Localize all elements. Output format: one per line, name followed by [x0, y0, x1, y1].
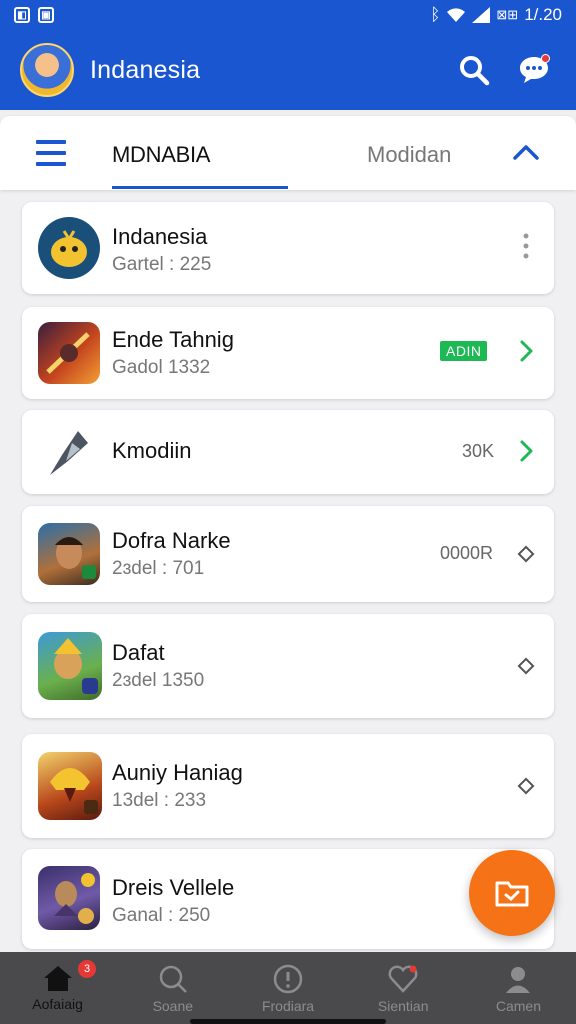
nav-label: Aofaiaig [32, 996, 83, 1012]
nav-badge: 3 [78, 960, 96, 978]
list-item[interactable]: Dofra Narke 2ɜdel : 701 0000R [22, 506, 554, 602]
status-bar: ◧ ▣ ᛒ ⊠⊞ 1/.20 [0, 0, 576, 30]
list-item-subtitle: Gadol 1332 [112, 357, 211, 378]
nav-label: Camen [495, 998, 541, 1014]
folder-fab-button[interactable] [469, 850, 555, 936]
diamond-icon[interactable] [514, 774, 538, 798]
profile-icon [506, 967, 531, 993]
status-time: 1/.20 [524, 5, 562, 24]
list-item-subtitle: 2ɜdel : 701 [112, 558, 205, 579]
list-item[interactable]: Kmodiin 30K [22, 410, 554, 494]
golden-helmet-icon [38, 752, 102, 820]
blob-character-icon [38, 217, 100, 279]
nav-item-search[interactable]: Soane [115, 952, 230, 1024]
list-item-title: Kmodiin [112, 438, 192, 463]
nav-label: Soane [152, 998, 194, 1014]
list-item-meta: 30K [462, 441, 495, 461]
notification-icon: ◧ [14, 7, 30, 23]
chevron-right-icon[interactable] [514, 439, 538, 463]
nav-label: Frodiara [261, 998, 315, 1014]
list-item-title: Dofra Narke [112, 528, 231, 553]
goblin-warrior-icon [38, 632, 102, 700]
nav-item-info[interactable]: Frodiara [230, 952, 345, 1024]
nav-item-profile[interactable]: Camen [461, 952, 576, 1024]
notification-badge [541, 54, 550, 63]
list-item-title: Ende Tahnig [112, 327, 234, 352]
blade-icon [38, 421, 100, 483]
list-item[interactable]: Auniy Haniag 13del : 233 [22, 734, 554, 838]
search-button[interactable] [452, 48, 496, 92]
tab-indicator [112, 186, 288, 189]
list-item[interactable]: Indanesia Gartel : 225 [22, 202, 554, 294]
list-item-subtitle: Ganal : 250 [112, 905, 211, 926]
warrior-battle-icon [38, 322, 100, 384]
more-vertical-icon[interactable] [514, 233, 538, 259]
bluetooth-icon: ᛒ [430, 5, 441, 24]
info-icon [273, 964, 303, 994]
nav-item-favorites[interactable]: Sientian [346, 952, 461, 1024]
wifi-icon [447, 8, 466, 22]
signal-icon [472, 7, 491, 23]
diamond-icon[interactable] [514, 654, 538, 678]
diamond-icon[interactable] [514, 542, 538, 566]
chat-button[interactable] [512, 48, 556, 92]
tab-mdnabia[interactable]: MDNABIA [112, 142, 210, 168]
list-item-title: Auniy Haniag [112, 760, 243, 785]
folder-icon [495, 881, 529, 907]
avatar[interactable] [20, 43, 74, 97]
search-icon [460, 56, 490, 86]
list-item-title: Dreis Vellele [112, 875, 235, 900]
list-item-subtitle: Gartel : 225 [112, 254, 212, 275]
list-item-title: Indanesia [112, 224, 208, 249]
list-item-subtitle: 13del : 233 [112, 790, 207, 811]
list-item-title: Dafat [112, 640, 165, 665]
search-icon [159, 965, 187, 993]
chevron-up-icon[interactable] [510, 136, 542, 168]
app-bar: Indanesia [0, 30, 576, 110]
status-badge: ADIN [440, 341, 488, 361]
home-icon [43, 966, 72, 991]
sim-icon: ▣ [38, 7, 54, 23]
list-item[interactable]: Dafat 2ɜdel 1350 [22, 614, 554, 718]
tab-modidan[interactable]: Modidan [367, 142, 451, 168]
menu-icon[interactable] [36, 140, 66, 166]
heart-icon [388, 965, 418, 993]
tab-bar: MDNABIA Modidan [0, 116, 576, 190]
nav-label: Sientian [377, 998, 429, 1014]
hero-portrait-icon [38, 523, 100, 585]
chevron-right-icon[interactable] [514, 339, 538, 363]
home-indicator [190, 1019, 386, 1024]
list-item[interactable]: Ende Tahnig Gadol 1332 ADIN [22, 307, 554, 399]
list-item-meta: 0000R [440, 543, 494, 563]
battery-label: ⊠⊞ [496, 7, 519, 22]
knight-icon [38, 866, 100, 930]
page-title: Indanesia [90, 55, 201, 84]
list-item-subtitle: 2ɜdel 1350 [112, 670, 205, 691]
bottom-nav: 3 Aofaiaig Soane Frodiara Sientian Camen [0, 952, 576, 1024]
nav-item-home[interactable]: 3 Aofaiaig [0, 952, 115, 1024]
